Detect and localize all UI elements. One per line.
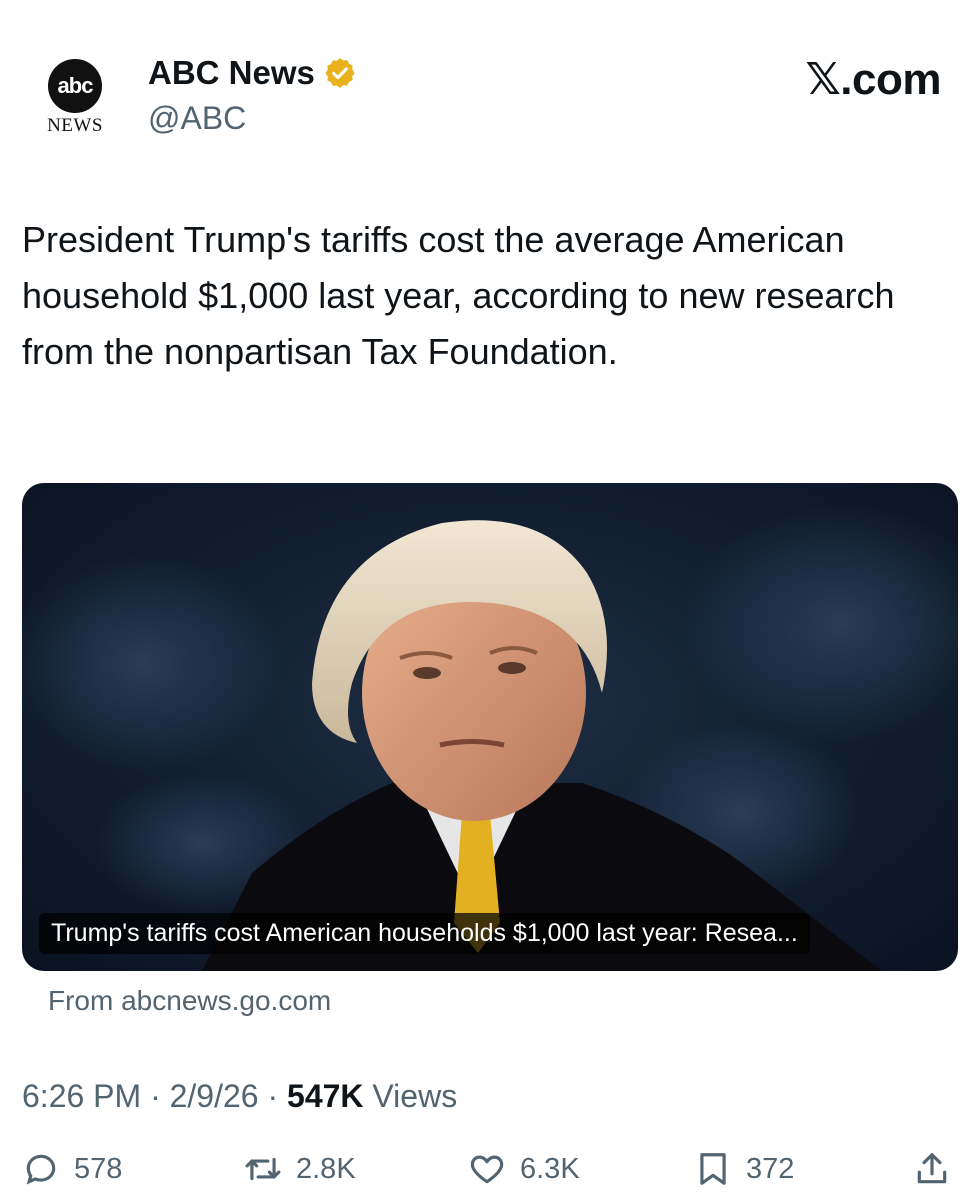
logo-subtext: NEWS xyxy=(47,115,103,136)
abc-logo-circle: abc xyxy=(48,59,102,113)
reply-count: 578 xyxy=(74,1152,123,1185)
display-name[interactable]: ABC News xyxy=(148,54,315,92)
bookmark-count: 372 xyxy=(746,1152,795,1185)
tweet-date[interactable]: 2/9/26 xyxy=(170,1078,259,1114)
abc-news-logo[interactable]: abc NEWS xyxy=(38,55,110,140)
bookmark-icon xyxy=(700,1153,726,1185)
repost-icon xyxy=(245,1157,281,1181)
share-button[interactable] xyxy=(913,1150,965,1188)
account-name-row: ABC News xyxy=(148,54,357,92)
account-handle[interactable]: @ABC xyxy=(148,100,246,137)
repost-count: 2.8K xyxy=(296,1152,356,1185)
bookmark-button[interactable]: 372 xyxy=(694,1150,794,1188)
views-label: Views xyxy=(372,1078,458,1114)
link-preview-card[interactable]: Trump's tariffs cost American households… xyxy=(22,483,958,971)
share-icon xyxy=(917,1153,947,1184)
verified-badge-icon xyxy=(325,58,355,88)
tweet-meta: 6:26 PM · 2/9/26 · 547K Views xyxy=(22,1078,457,1115)
action-bar: 578 2.8K 6.3K 372 xyxy=(0,1150,979,1200)
news-photo xyxy=(22,503,958,971)
heart-icon xyxy=(470,1155,504,1184)
logo-text: abc xyxy=(57,73,94,98)
like-button[interactable]: 6.3K xyxy=(468,1150,580,1188)
card-caption: Trump's tariffs cost American households… xyxy=(39,913,810,954)
reply-button[interactable]: 578 xyxy=(22,1150,122,1188)
like-count: 6.3K xyxy=(520,1152,580,1185)
x-com-brand: 𝕏.com xyxy=(805,55,941,104)
card-source[interactable]: From abcnews.go.com xyxy=(48,985,331,1017)
views-count: 547K xyxy=(287,1078,364,1114)
reply-icon xyxy=(26,1154,56,1185)
repost-button[interactable]: 2.8K xyxy=(244,1150,356,1188)
tweet-text: President Trump's tariffs cost the avera… xyxy=(22,219,895,372)
separator: · xyxy=(267,1078,288,1114)
separator: · xyxy=(150,1078,170,1114)
tweet-time[interactable]: 6:26 PM xyxy=(22,1078,141,1114)
